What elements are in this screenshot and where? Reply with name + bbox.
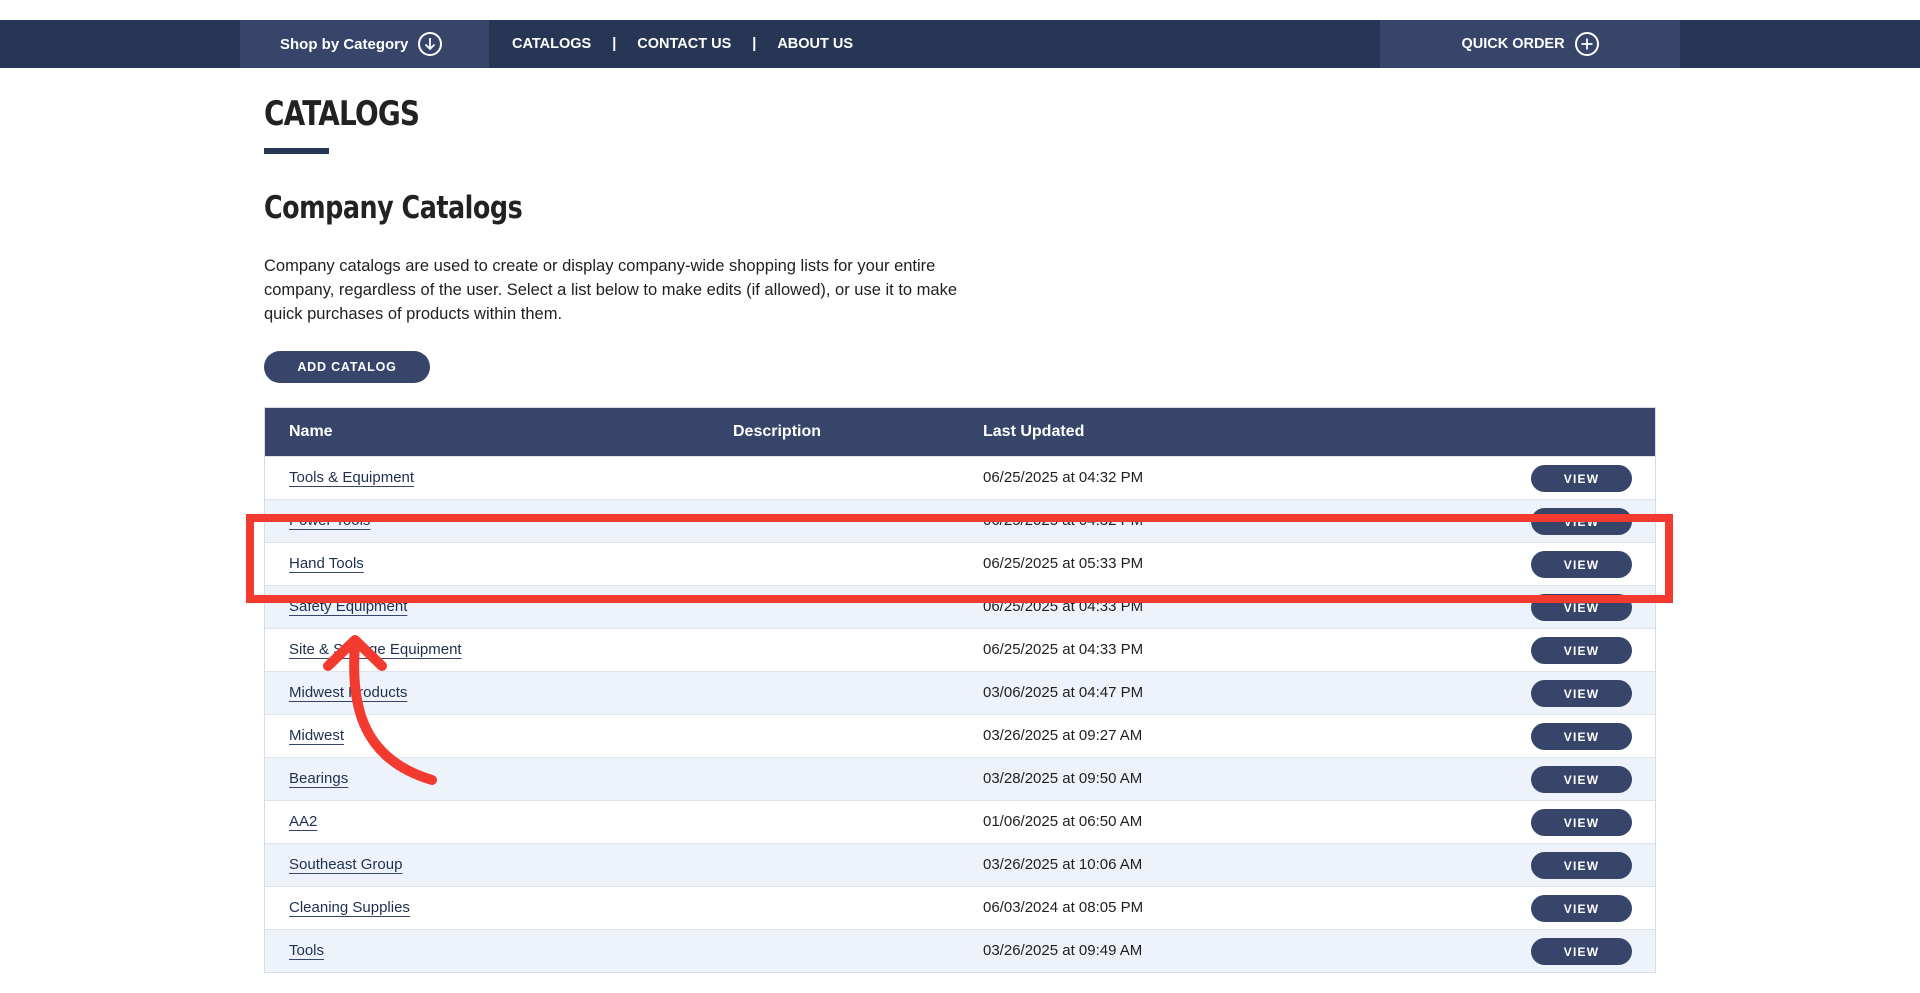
last-updated-value: 01/06/2025 at 06:50 AM bbox=[983, 813, 1143, 830]
catalog-name-link[interactable]: Bearings bbox=[289, 770, 348, 787]
table-row: Tools 03/26/2025 at 09:49 AM VIEW bbox=[265, 929, 1655, 972]
catalogs-table: Name Description Last Updated Tools & Eq… bbox=[264, 407, 1656, 973]
quick-order-button[interactable]: QUICK ORDER bbox=[1380, 20, 1680, 68]
catalog-name-link[interactable]: Power Tools bbox=[289, 512, 370, 529]
view-button[interactable]: VIEW bbox=[1531, 508, 1632, 535]
view-button[interactable]: VIEW bbox=[1531, 594, 1632, 621]
catalog-name-link[interactable]: AA2 bbox=[289, 813, 317, 830]
table-row: Midwest Products 03/06/2025 at 04:47 PM VI… bbox=[265, 671, 1655, 714]
table-row: Hand Tools 06/25/2025 at 05:33 PM VIEW bbox=[265, 542, 1655, 585]
table-header: Name Description Last Updated bbox=[265, 408, 1655, 456]
nav-separator: | bbox=[752, 36, 757, 52]
last-updated-value: 06/03/2024 at 08:05 PM bbox=[983, 899, 1144, 916]
last-updated-value: 06/25/2025 at 04:32 PM bbox=[983, 469, 1144, 486]
view-button[interactable]: VIEW bbox=[1531, 938, 1632, 965]
last-updated-value: 06/25/2025 at 04:32 PM bbox=[983, 512, 1144, 529]
table-row: Safety Equipment 06/25/2025 at 04:33 PM VI… bbox=[265, 585, 1655, 628]
table-row: Cleaning Supplies 06/03/2024 at 08:05 PM V… bbox=[265, 886, 1655, 929]
header-last-updated: Last Updated bbox=[983, 423, 1085, 440]
catalog-name-link[interactable]: Tools & Equipment bbox=[289, 469, 414, 486]
table-row: Midwest 03/26/2025 at 09:27 AM VIEW bbox=[265, 714, 1655, 757]
nav-links: CATALOGS | CONTACT US | ABOUT US bbox=[512, 20, 853, 68]
view-button[interactable]: VIEW bbox=[1531, 809, 1632, 836]
catalog-name-link[interactable]: Midwest bbox=[289, 727, 344, 744]
last-updated-value: 03/26/2025 at 09:27 AM bbox=[983, 727, 1143, 744]
table-row: Site & Storage Equipment 06/25/2025 at 04… bbox=[265, 628, 1655, 671]
catalog-name-link[interactable]: Hand Tools bbox=[289, 555, 364, 572]
last-updated-value: 06/25/2025 at 04:33 PM bbox=[983, 598, 1144, 615]
last-updated-value: 03/28/2025 at 09:50 AM bbox=[983, 770, 1143, 787]
nav-link-catalogs[interactable]: CATALOGS bbox=[512, 36, 591, 52]
nav-separator: | bbox=[612, 36, 617, 52]
view-button[interactable]: VIEW bbox=[1531, 723, 1632, 750]
nav-link-about-us[interactable]: ABOUT US bbox=[777, 36, 853, 52]
table-body: Tools & Equipment 06/25/2025 at 04:32 PM V… bbox=[265, 456, 1655, 972]
plus-circle-icon bbox=[1574, 32, 1599, 56]
nav-link-contact-us[interactable]: CONTACT US bbox=[637, 36, 731, 52]
view-button[interactable]: VIEW bbox=[1531, 637, 1632, 664]
table-row: Tools & Equipment 06/25/2025 at 04:32 PM V… bbox=[265, 456, 1655, 499]
section-title: Company Catalogs bbox=[264, 190, 523, 226]
last-updated-value: 03/26/2025 at 09:49 AM bbox=[983, 942, 1143, 959]
last-updated-value: 06/25/2025 at 04:33 PM bbox=[983, 641, 1144, 658]
catalog-name-link[interactable]: Midwest Products bbox=[289, 684, 407, 701]
table-row: Southeast Group 03/26/2025 at 10:06 AM VIE… bbox=[265, 843, 1655, 886]
view-button[interactable]: VIEW bbox=[1531, 895, 1632, 922]
view-button[interactable]: VIEW bbox=[1531, 852, 1632, 879]
view-button[interactable]: VIEW bbox=[1531, 680, 1632, 707]
catalog-name-link[interactable]: Cleaning Supplies bbox=[289, 899, 410, 916]
intro-text: Company catalogs are used to create or d… bbox=[264, 257, 958, 323]
header-description: Description bbox=[733, 423, 822, 440]
table-row: AA2 01/06/2025 at 06:50 AM VIEW bbox=[265, 800, 1655, 843]
last-updated-value: 03/06/2025 at 04:47 PM bbox=[983, 684, 1144, 701]
catalog-name-link[interactable]: Safety Equipment bbox=[289, 598, 407, 615]
view-button[interactable]: VIEW bbox=[1531, 465, 1632, 492]
catalog-name-link[interactable]: Site & Storage Equipment bbox=[289, 641, 462, 658]
page-title: CATALOGS bbox=[264, 94, 420, 134]
table-row: Power Tools 06/25/2025 at 04:32 PM VIEW bbox=[265, 499, 1655, 542]
catalog-name-link[interactable]: Southeast Group bbox=[289, 856, 402, 873]
add-catalog-button[interactable]: ADD CATALOG bbox=[264, 351, 430, 383]
last-updated-value: 03/26/2025 at 10:06 AM bbox=[983, 856, 1143, 873]
header-name: Name bbox=[289, 423, 333, 440]
last-updated-value: 06/25/2025 at 05:33 PM bbox=[983, 555, 1144, 572]
shop-by-category-button[interactable]: Shop by Category bbox=[240, 20, 489, 68]
quick-order-label: QUICK ORDER bbox=[1461, 36, 1565, 52]
catalog-name-link[interactable]: Tools bbox=[289, 942, 324, 959]
title-underline bbox=[264, 148, 329, 154]
table-row: Bearings 03/28/2025 at 09:50 AM VIEW bbox=[265, 757, 1655, 800]
shop-by-category-label: Shop by Category bbox=[280, 35, 409, 53]
top-navigation-bar: Shop by Category CATALOGS | CONTACT US |… bbox=[0, 20, 1920, 68]
view-button[interactable]: VIEW bbox=[1531, 551, 1632, 578]
arrow-down-circle-icon bbox=[418, 32, 443, 56]
view-button[interactable]: VIEW bbox=[1531, 766, 1632, 793]
